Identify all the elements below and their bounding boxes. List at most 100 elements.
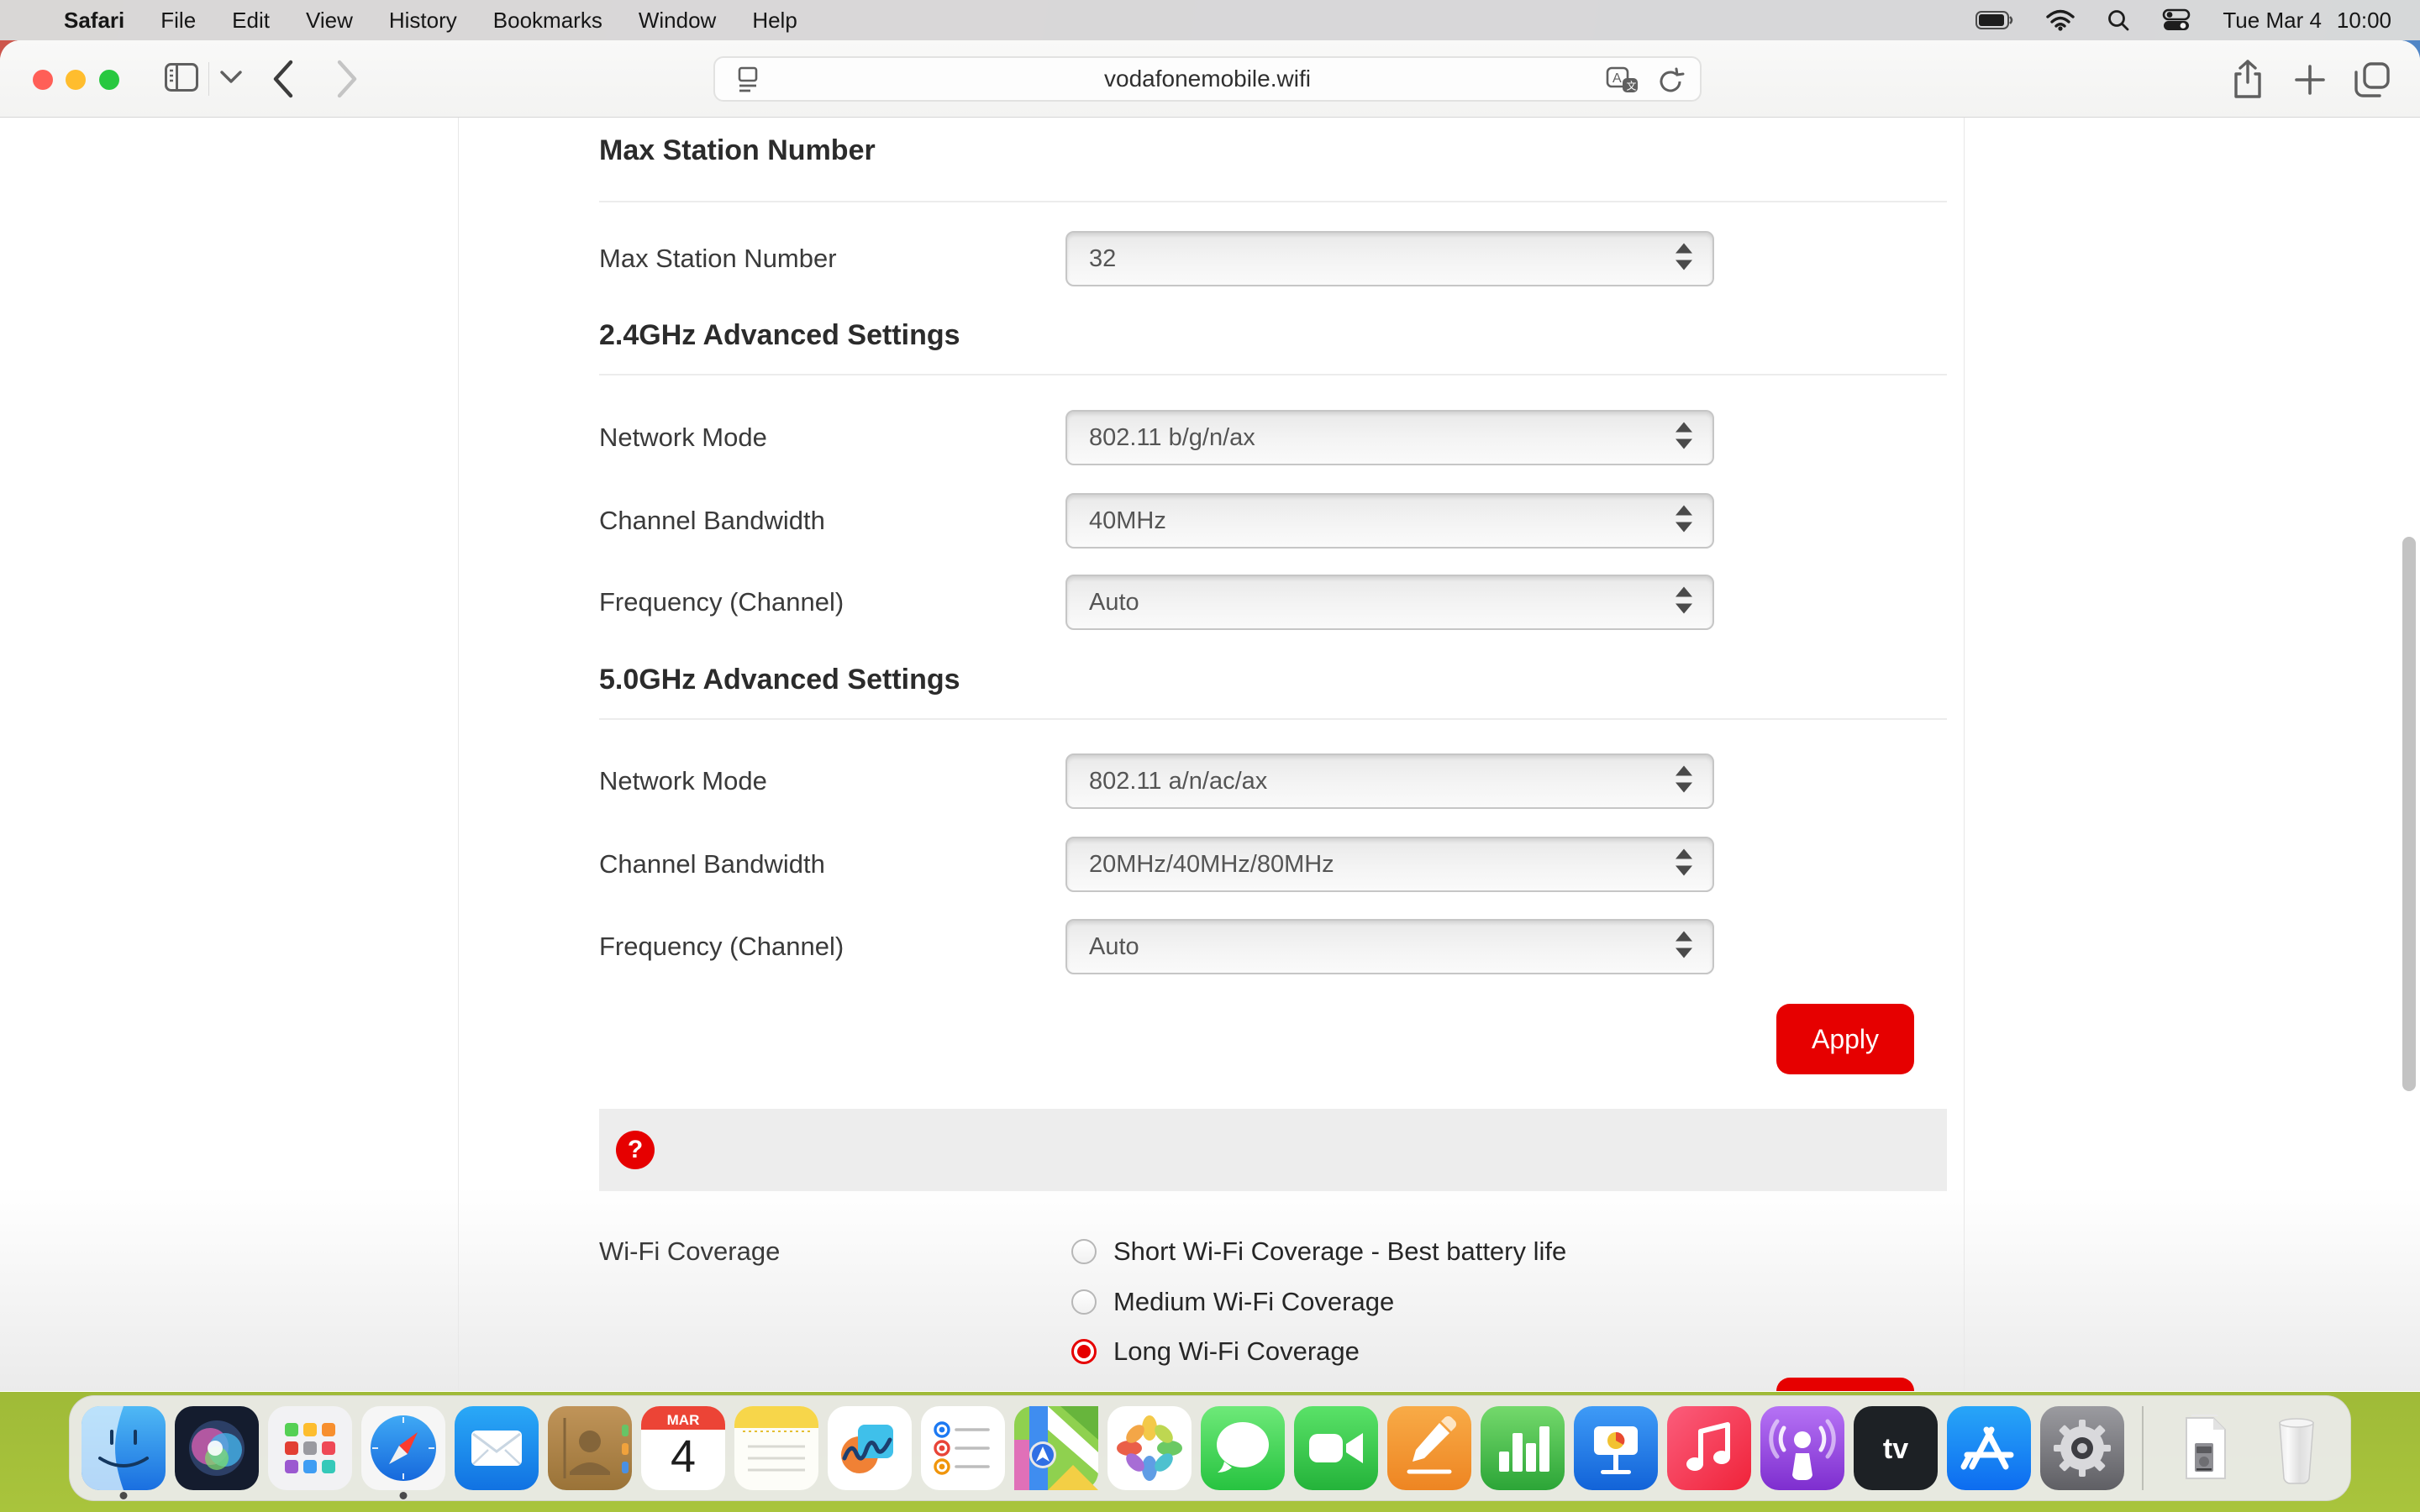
calendar-month-text: MAR: [667, 1412, 700, 1428]
bandwidth-50-select[interactable]: 20MHz/40MHz/80MHz: [1065, 837, 1714, 892]
select-value: 802.11 a/n/ac/ax: [1089, 768, 1267, 795]
help-bar: ?: [599, 1109, 1947, 1191]
form-row-network-mode-50: Network Mode 802.11 a/n/ac/ax: [459, 753, 1964, 809]
dock-facetime-icon[interactable]: [1294, 1406, 1378, 1490]
menu-help[interactable]: Help: [752, 8, 797, 34]
toolbar-divider: [208, 62, 209, 96]
sidebar-icon[interactable]: [165, 63, 198, 96]
chevron-down-icon[interactable]: [220, 71, 242, 88]
reader-icon[interactable]: [734, 66, 762, 99]
radio-medium[interactable]: [1071, 1289, 1097, 1315]
dock-podcasts-icon[interactable]: [1760, 1406, 1844, 1490]
coverage-label: Wi-Fi Coverage: [599, 1236, 780, 1267]
menu-safari[interactable]: Safari: [64, 8, 124, 34]
dock-system-settings-icon[interactable]: [2040, 1406, 2124, 1490]
divider: [599, 201, 1947, 202]
settings-form: Max Station Number Max Station Number 32…: [458, 118, 1965, 1391]
svg-text:文: 文: [1627, 80, 1637, 92]
menu-bar: Safari File Edit View History Bookmarks …: [0, 0, 2420, 40]
address-bar[interactable]: vodafonemobile.wifi A文: [713, 56, 1702, 102]
network-mode-50-select[interactable]: 802.11 a/n/ac/ax: [1065, 753, 1714, 809]
select-stepper-icon: [1674, 585, 1694, 620]
menu-bookmarks[interactable]: Bookmarks: [493, 8, 602, 34]
dock-launchpad-icon[interactable]: [268, 1406, 352, 1490]
dock-trash-icon[interactable]: [2254, 1406, 2338, 1490]
dock-keynote-icon[interactable]: [1574, 1406, 1658, 1490]
menu-clock[interactable]: Tue Mar 4 10:00: [2223, 8, 2391, 34]
bandwidth-24-select[interactable]: 40MHz: [1065, 493, 1714, 549]
select-value: 40MHz: [1089, 507, 1166, 535]
apply-button[interactable]: Apply: [1776, 1004, 1914, 1074]
coverage-option-short[interactable]: Short Wi-Fi Coverage - Best battery life: [1071, 1236, 1566, 1267]
select-value: 32: [1089, 245, 1116, 273]
apply-button-bottom-clipped[interactable]: [1776, 1378, 1914, 1391]
zoom-window-button[interactable]: [99, 70, 119, 90]
form-row-network-mode-24: Network Mode 802.11 b/g/n/ax: [459, 410, 1964, 465]
close-window-button[interactable]: [33, 70, 53, 90]
dock-pages-icon[interactable]: [1387, 1406, 1471, 1490]
section-heading-24ghz: 2.4GHz Advanced Settings: [599, 319, 960, 352]
frequency-50-select[interactable]: Auto: [1065, 919, 1714, 974]
translate-icon[interactable]: A文: [1606, 66, 1639, 101]
dock-messages-icon[interactable]: [1201, 1406, 1285, 1490]
dock-calendar-icon[interactable]: MAR 4: [641, 1406, 725, 1490]
dock-music-icon[interactable]: [1667, 1406, 1751, 1490]
battery-icon[interactable]: [1975, 10, 2014, 30]
select-stepper-icon: [1674, 930, 1694, 964]
menu-window[interactable]: Window: [639, 8, 716, 34]
dock-finder-icon[interactable]: [82, 1406, 166, 1490]
menu-items: Safari File Edit View History Bookmarks …: [64, 8, 797, 34]
menu-file[interactable]: File: [160, 8, 196, 34]
reload-icon[interactable]: [1656, 67, 1685, 100]
dock-maps-icon[interactable]: [1014, 1406, 1098, 1490]
dock-appstore-icon[interactable]: [1947, 1406, 2031, 1490]
dock-siri-icon[interactable]: [175, 1406, 259, 1490]
radio-label: Short Wi-Fi Coverage - Best battery life: [1113, 1236, 1566, 1267]
coverage-option-medium[interactable]: Medium Wi-Fi Coverage: [1071, 1287, 1394, 1317]
dock-photos-icon[interactable]: [1107, 1406, 1192, 1490]
select-value: Auto: [1089, 933, 1139, 961]
menu-history[interactable]: History: [389, 8, 457, 34]
calendar-day-text: 4: [671, 1431, 696, 1482]
dock: MAR 4 tv: [69, 1395, 2351, 1501]
select-value: 802.11 b/g/n/ax: [1089, 424, 1255, 452]
coverage-option-long[interactable]: Long Wi-Fi Coverage: [1071, 1336, 1360, 1367]
vertical-scrollbar[interactable]: [2402, 537, 2416, 1091]
menu-edit[interactable]: Edit: [232, 8, 270, 34]
field-label: Max Station Number: [599, 244, 837, 274]
tv-label-text: tv: [1883, 1433, 1908, 1465]
wifi-icon[interactable]: [2046, 9, 2075, 31]
select-stepper-icon: [1674, 421, 1694, 455]
frequency-24-select[interactable]: Auto: [1065, 575, 1714, 630]
section-heading-max-station: Max Station Number: [599, 134, 876, 167]
dock-freeform-icon[interactable]: [828, 1406, 912, 1490]
max-station-select[interactable]: 32: [1065, 231, 1714, 286]
minimize-window-button[interactable]: [66, 70, 86, 90]
form-row-max-station: Max Station Number 32: [459, 231, 1964, 286]
dock-documents-icon[interactable]: [2161, 1406, 2245, 1490]
radio-long[interactable]: [1071, 1339, 1097, 1364]
share-icon[interactable]: [2232, 59, 2264, 103]
menu-view[interactable]: View: [306, 8, 353, 34]
network-mode-24-select[interactable]: 802.11 b/g/n/ax: [1065, 410, 1714, 465]
tab-overview-icon[interactable]: [2353, 60, 2391, 103]
select-value: 20MHz/40MHz/80MHz: [1089, 851, 1334, 879]
dock-mail-icon[interactable]: [455, 1406, 539, 1490]
dock-reminders-icon[interactable]: [921, 1406, 1005, 1490]
search-icon[interactable]: [2107, 8, 2130, 32]
new-tab-icon[interactable]: [2292, 62, 2328, 102]
radio-label: Long Wi-Fi Coverage: [1113, 1336, 1360, 1367]
dock-numbers-icon[interactable]: [1481, 1406, 1565, 1490]
svg-text:A: A: [1612, 71, 1622, 86]
forward-icon[interactable]: [334, 59, 360, 103]
dock-safari-icon[interactable]: [361, 1406, 445, 1490]
help-icon[interactable]: ?: [616, 1131, 655, 1169]
radio-label: Medium Wi-Fi Coverage: [1113, 1287, 1394, 1317]
control-center-icon[interactable]: [2162, 8, 2191, 32]
dock-contacts-icon[interactable]: [548, 1406, 632, 1490]
back-icon[interactable]: [271, 59, 296, 103]
dock-appletv-icon[interactable]: tv: [1854, 1406, 1938, 1490]
radio-short[interactable]: [1071, 1239, 1097, 1264]
dock-notes-icon[interactable]: [734, 1406, 818, 1490]
form-row-bandwidth-24: Channel Bandwidth 40MHz: [459, 493, 1964, 549]
